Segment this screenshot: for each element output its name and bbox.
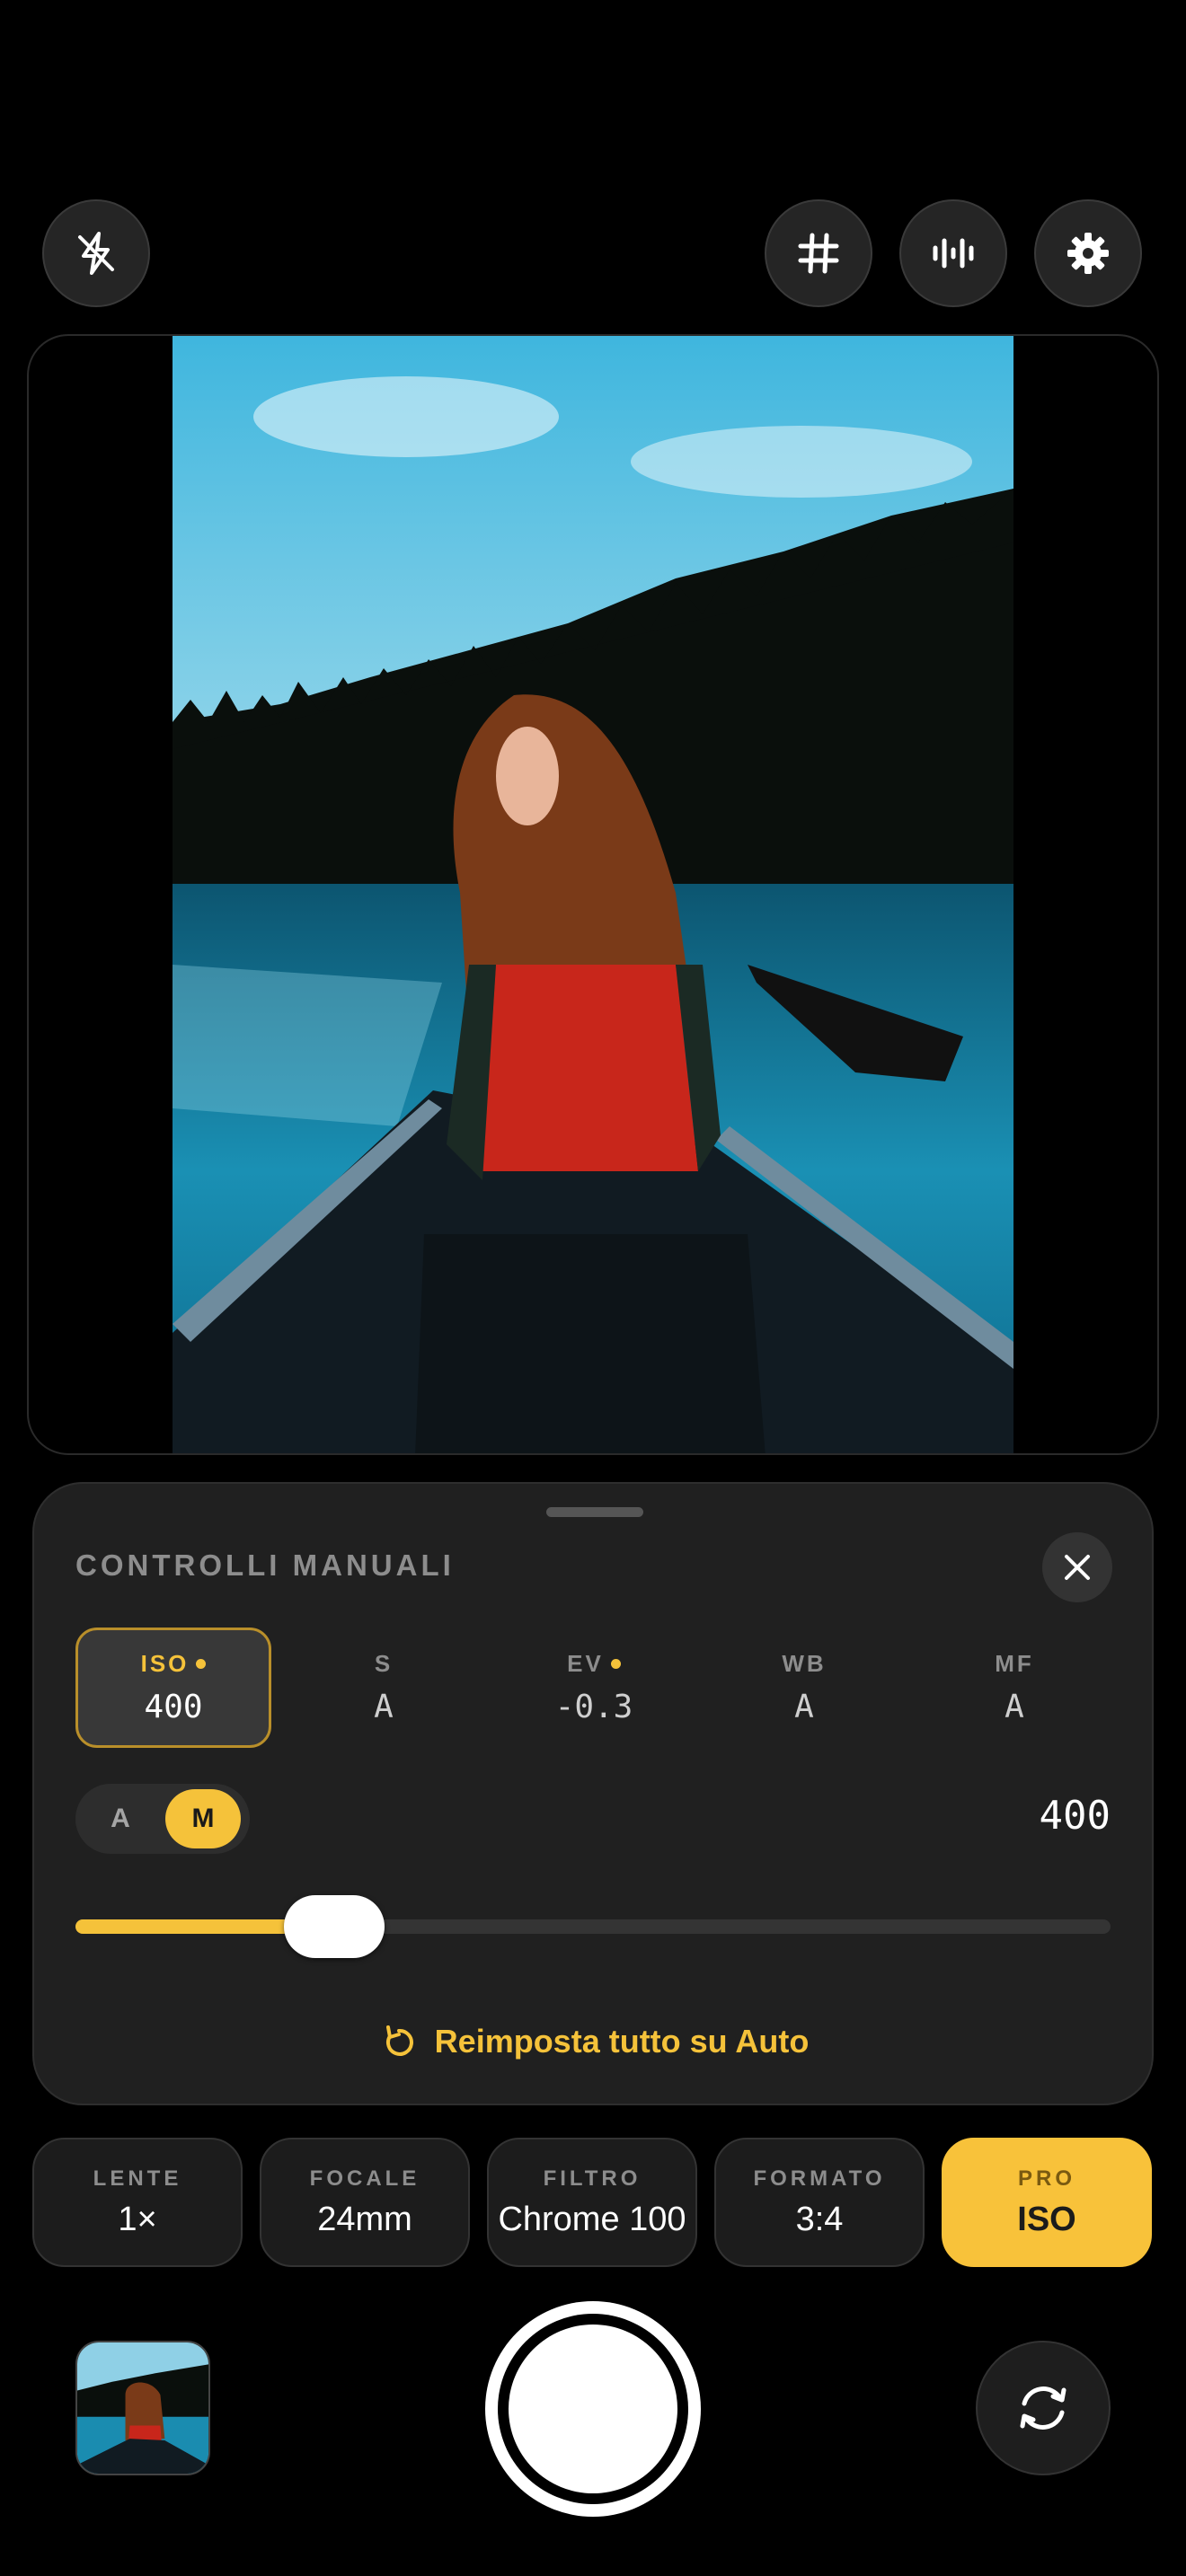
iso-slider[interactable] (75, 1895, 1111, 1958)
param-value: A (374, 1689, 394, 1725)
pill-value: 24mm (317, 2200, 412, 2238)
param-value: -0.3 (554, 1689, 633, 1725)
lens-pill[interactable]: LENTE 1× (32, 2138, 243, 2267)
param-wb[interactable]: WB A (706, 1628, 902, 1748)
camera-viewfinder[interactable] (27, 334, 1159, 1455)
pill-label: PRO (1017, 2166, 1075, 2191)
flip-camera-icon (1020, 2386, 1067, 2430)
sheet-grabber[interactable] (546, 1507, 643, 1517)
grid-icon (798, 233, 839, 274)
format-pill[interactable]: FORMATO 3:4 (714, 2138, 925, 2267)
close-icon (1065, 1555, 1090, 1580)
param-value: A (1005, 1689, 1024, 1725)
auto-manual-toggle[interactable]: A M (75, 1784, 250, 1854)
auto-option[interactable]: A (102, 1784, 138, 1854)
modified-dot (610, 1659, 621, 1669)
param-label: ISO (140, 1650, 190, 1677)
current-value-readout: 400 (1039, 1793, 1111, 1839)
focal-pill[interactable]: FOCALE 24mm (260, 2138, 470, 2267)
filter-pill[interactable]: FILTRO Chrome 100 (487, 2138, 697, 2267)
manual-controls-panel: CONTROLLI MANUALI ISO 400 S A EV -0.3 WB… (32, 1482, 1154, 2105)
modified-dot (196, 1659, 207, 1669)
pill-label: LENTE (93, 2166, 182, 2191)
reset-label: Reimposta tutto su Auto (434, 2023, 810, 2060)
pill-value: ISO (1017, 2200, 1076, 2238)
param-label: MF (995, 1650, 1034, 1677)
pill-value: 3:4 (795, 2200, 844, 2238)
panel-title: CONTROLLI MANUALI (75, 1548, 455, 1582)
pro-pill[interactable]: PRO ISO (942, 2138, 1152, 2267)
param-ev[interactable]: EV -0.3 (496, 1628, 692, 1748)
param-label: WB (782, 1650, 827, 1677)
pill-value: 1× (118, 2200, 157, 2238)
pill-label: FILTRO (543, 2166, 642, 2191)
flash-toggle-button[interactable] (42, 199, 150, 307)
grid-button[interactable] (765, 199, 872, 307)
flash-off-icon (78, 232, 114, 275)
settings-button[interactable] (1034, 199, 1142, 307)
pill-value: Chrome 100 (498, 2200, 686, 2238)
settings-gear-icon (1067, 233, 1109, 274)
close-panel-button[interactable] (1042, 1532, 1112, 1602)
shutter-button[interactable] (485, 2301, 701, 2517)
param-label: EV (567, 1650, 604, 1677)
param-value: A (794, 1689, 814, 1725)
flip-camera-button[interactable] (976, 2341, 1111, 2475)
reset-arrow-icon (385, 2025, 413, 2056)
param-label: S (374, 1650, 394, 1677)
level-meter-icon (933, 238, 974, 269)
camera-preview-image (173, 336, 1013, 1453)
pill-label: FORMATO (753, 2166, 886, 2191)
param-iso[interactable]: ISO 400 (75, 1628, 271, 1748)
param-shutter[interactable]: S A (286, 1628, 482, 1748)
last-photo-thumbnail[interactable] (75, 2341, 210, 2475)
param-mf[interactable]: MF A (916, 1628, 1112, 1748)
level-meter-button[interactable] (899, 199, 1007, 307)
slider-thumb[interactable] (284, 1895, 385, 1958)
reset-all-auto-button[interactable]: Reimposta tutto su Auto (34, 2023, 1155, 2060)
pill-label: FOCALE (309, 2166, 420, 2191)
param-value: 400 (144, 1689, 203, 1725)
manual-option[interactable]: M (165, 1789, 241, 1848)
